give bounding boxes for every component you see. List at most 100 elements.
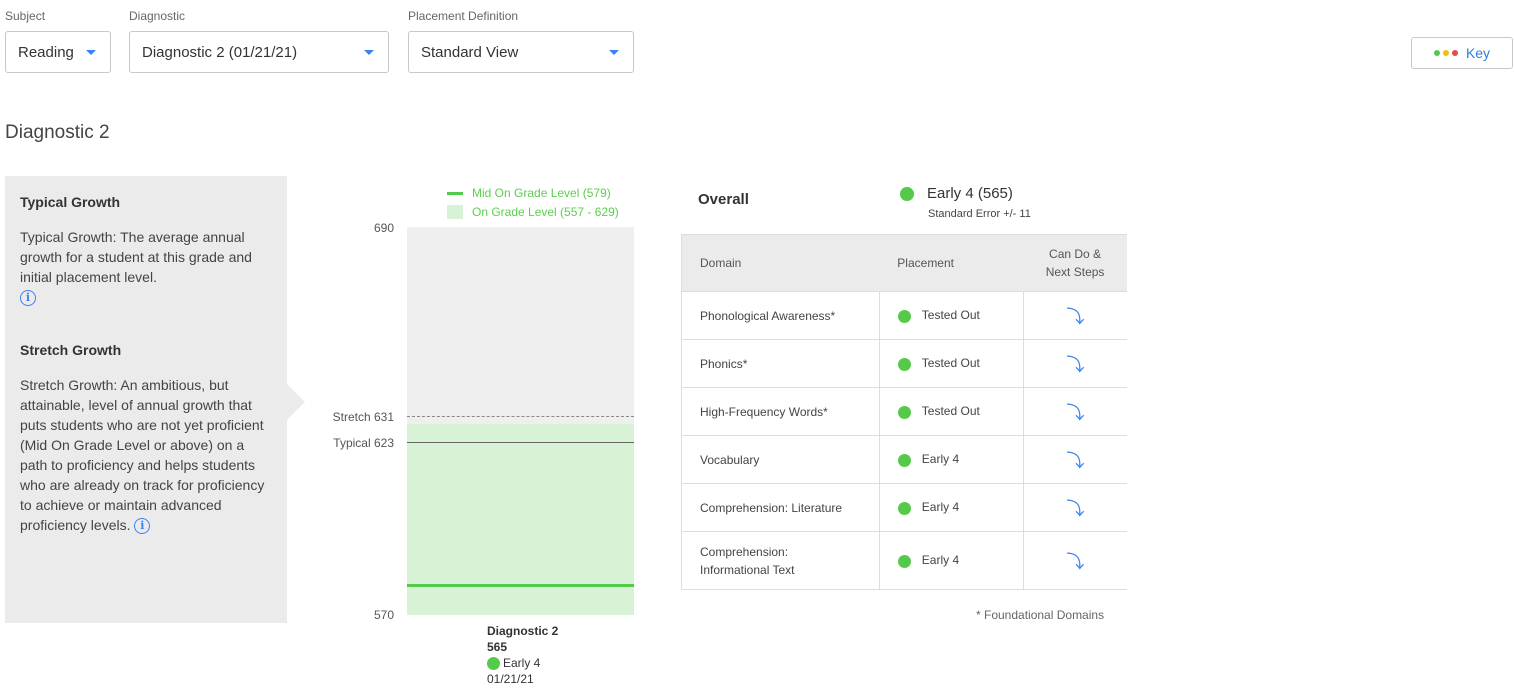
placement-text: Tested Out <box>921 356 980 371</box>
typical-growth-heading: Typical Growth <box>20 194 121 210</box>
placement-dot-icon <box>897 453 911 467</box>
diagnostic-value: Diagnostic 2 (01/21/21) <box>142 43 298 61</box>
table-header-row: Domain Placement Can Do & Next Steps <box>681 234 1127 292</box>
chevron-down-icon <box>609 50 619 55</box>
subject-value: Reading <box>18 43 74 61</box>
domain-cell: Vocabulary <box>681 435 880 484</box>
mid-on-grade-line <box>407 584 634 587</box>
subject-label: Subject <box>5 9 46 23</box>
placement-dot-icon <box>897 309 911 323</box>
placement-column-header: Placement <box>879 234 1024 292</box>
overall-placement-dot-icon <box>900 187 914 201</box>
key-button[interactable]: Key <box>1411 37 1513 69</box>
expand-arrow-icon[interactable]: ⤵ <box>1066 552 1084 572</box>
expand-arrow-icon[interactable]: ⤵ <box>1066 451 1084 471</box>
info-icon[interactable]: i <box>134 518 151 535</box>
domain-cell: Phonological Awareness* <box>681 291 880 340</box>
expand-arrow-icon[interactable]: ⤵ <box>1066 499 1084 519</box>
placement-dot-icon <box>897 501 911 515</box>
x-label-date: 01/21/21 <box>487 672 534 686</box>
cando-column-header: Can Do & Next Steps <box>1023 234 1127 292</box>
expand-arrow-icon[interactable]: ⤵ <box>1066 355 1084 375</box>
panel-pointer <box>287 384 305 420</box>
typical-label: Typical 623 <box>333 436 394 450</box>
legend-mid-label: Mid On Grade Level (579) <box>472 186 611 200</box>
cando-cell: ⤵ <box>1022 531 1127 590</box>
legend-on-grade-label: On Grade Level (557 - 629) <box>472 205 619 219</box>
x-label-name: Diagnostic 2 <box>487 624 559 638</box>
legend-band-swatch <box>447 205 463 219</box>
overall-title: Overall <box>698 191 749 208</box>
placement-definition-dropdown[interactable]: Standard View <box>408 31 634 73</box>
subject-dropdown[interactable]: Reading <box>5 31 111 73</box>
placement-text: Early 4 <box>921 553 960 568</box>
domain-cell: Comprehension: Literature <box>681 483 880 532</box>
key-dot-icon <box>1451 50 1458 56</box>
placement-text: Tested Out <box>921 308 980 323</box>
placement-dot-icon <box>897 405 911 419</box>
legend-line-swatch <box>447 191 463 195</box>
key-dots-icon <box>1433 50 1458 56</box>
cando-header-line1: Can Do & <box>1049 247 1102 261</box>
cando-cell: ⤵ <box>1022 387 1127 436</box>
domain-table: Domain Placement Can Do & Next Steps Pho… <box>681 234 1127 590</box>
key-dot-icon <box>1442 50 1449 56</box>
domain-cell: Phonics* <box>681 339 880 388</box>
placement-text: Early 4 <box>921 500 960 515</box>
domain-text-line1: Comprehension: <box>700 544 789 559</box>
typical-growth-description: Typical Growth: The average annual growt… <box>20 229 252 285</box>
placement-text: Early 4 <box>921 452 960 467</box>
table-row: High-Frequency Words* Tested Out ⤵ <box>681 387 1127 436</box>
stretch-growth-heading: Stretch Growth <box>20 342 122 358</box>
y-axis-top-label: 690 <box>373 221 394 235</box>
x-label-score: 565 <box>487 640 508 654</box>
table-row: Comprehension: Literature Early 4 ⤵ <box>681 483 1127 532</box>
legend-on-grade: On Grade Level (557 - 629) <box>447 205 619 219</box>
stretch-growth-line <box>407 416 634 417</box>
placement-cell: Tested Out <box>878 339 1024 388</box>
domain-cell: High-Frequency Words* <box>681 387 880 436</box>
placement-cell: Early 4 <box>878 483 1024 532</box>
key-label: Key <box>1465 45 1491 61</box>
placement-text: Tested Out <box>921 404 980 419</box>
foundational-domains-footnote: * Foundational Domains <box>976 608 1105 622</box>
typical-growth-line <box>407 442 634 443</box>
stretch-growth-text: Stretch Growth: An ambitious, but attain… <box>20 375 272 535</box>
placement-cell: Tested Out <box>878 387 1024 436</box>
cando-cell: ⤵ <box>1022 339 1127 388</box>
domain-column-header: Domain <box>681 234 880 292</box>
chevron-down-icon <box>364 50 374 55</box>
chevron-down-icon <box>86 50 96 55</box>
placement-dot-icon <box>487 656 500 670</box>
standard-error: Standard Error +/- 11 <box>928 208 1031 220</box>
placement-cell: Early 4 <box>878 435 1024 484</box>
stretch-label: Stretch 631 <box>332 410 394 424</box>
info-icon[interactable]: i <box>20 290 36 307</box>
expand-arrow-icon[interactable]: ⤵ <box>1066 403 1084 423</box>
typical-growth-text: Typical Growth: The average annual growt… <box>20 227 272 307</box>
table-row: Phonics* Tested Out ⤵ <box>681 339 1127 388</box>
diagnostic-label: Diagnostic <box>129 9 186 23</box>
placement-dot-icon <box>897 357 911 371</box>
domain-text-line2: Informational Text <box>700 562 795 577</box>
table-row: Comprehension: Informational Text Early … <box>681 531 1127 590</box>
x-label-placement-text: Early 4 <box>503 656 541 670</box>
overall-value: Early 4 (565) <box>927 185 1013 202</box>
page-title: Diagnostic 2 <box>5 122 110 143</box>
expand-arrow-icon[interactable]: ⤵ <box>1066 307 1084 327</box>
legend-mid-on-grade: Mid On Grade Level (579) <box>447 186 611 200</box>
cando-cell: ⤵ <box>1022 483 1127 532</box>
cando-cell: ⤵ <box>1022 291 1127 340</box>
growth-info-panel: Typical Growth Typical Growth: The avera… <box>5 176 287 623</box>
x-label-placement: Early 4 <box>487 656 540 670</box>
stretch-growth-description: Stretch Growth: An ambitious, but attain… <box>20 377 265 533</box>
placement-definition-value: Standard View <box>421 43 519 61</box>
placement-cell: Tested Out <box>878 291 1024 340</box>
table-row: Phonological Awareness* Tested Out ⤵ <box>681 291 1127 340</box>
domain-cell: Comprehension: Informational Text <box>681 531 880 590</box>
placement-cell: Early 4 <box>878 531 1024 590</box>
diagnostic-dropdown[interactable]: Diagnostic 2 (01/21/21) <box>129 31 389 73</box>
key-dot-icon <box>1433 50 1440 56</box>
table-row: Vocabulary Early 4 ⤵ <box>681 435 1127 484</box>
cando-cell: ⤵ <box>1022 435 1127 484</box>
